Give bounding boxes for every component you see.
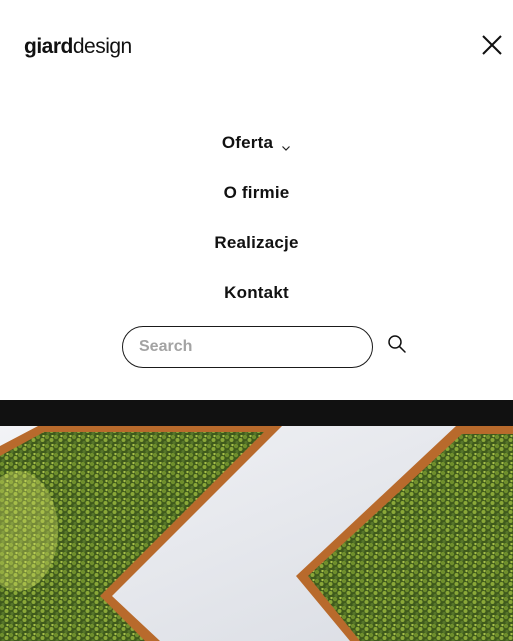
search-bar bbox=[122, 326, 412, 368]
menu-item-label: O firmie bbox=[223, 183, 290, 202]
menu-item-realizacje[interactable]: Realizacje bbox=[0, 218, 513, 268]
menu-item-label: Realizacje bbox=[214, 233, 299, 252]
dark-divider-bar bbox=[0, 400, 513, 426]
menu-item-kontakt[interactable]: Kontakt bbox=[0, 268, 513, 318]
menu-item-o-firmie[interactable]: O firmie bbox=[0, 168, 513, 218]
site-header: giarddesign bbox=[0, 0, 513, 95]
logo-bold: giard bbox=[24, 35, 73, 58]
search-input[interactable] bbox=[122, 326, 373, 368]
menu-item-label: Oferta bbox=[221, 133, 274, 152]
logo-light: design bbox=[72, 35, 132, 58]
logo[interactable]: giarddesign bbox=[24, 33, 132, 61]
main-menu: Oferta O firmie Realizacje Kontakt bbox=[0, 118, 513, 318]
close-icon[interactable] bbox=[478, 31, 506, 59]
search-icon[interactable] bbox=[386, 333, 408, 355]
menu-item-label: Kontakt bbox=[224, 283, 289, 302]
hero-image bbox=[0, 426, 513, 641]
chevron-down-icon[interactable] bbox=[281, 138, 291, 151]
menu-item-oferta[interactable]: Oferta bbox=[0, 118, 513, 168]
